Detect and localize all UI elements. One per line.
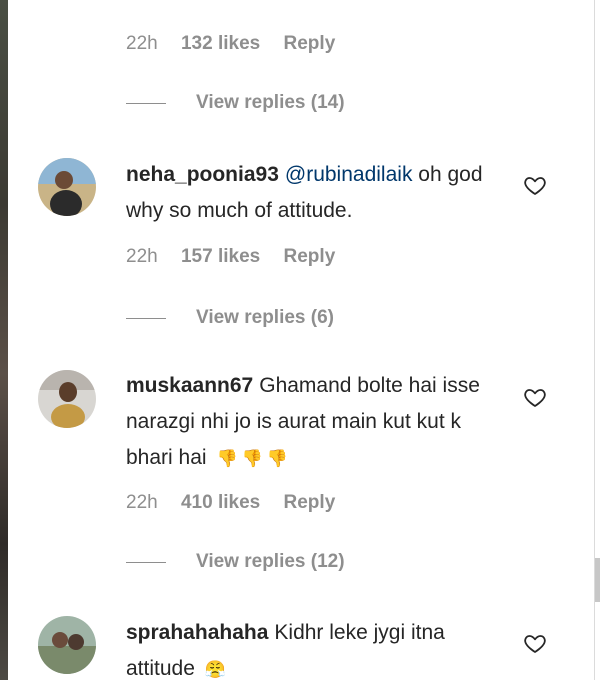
heart-outline-icon[interactable] — [523, 631, 547, 655]
comment-username[interactable]: sprahahahaha — [126, 621, 268, 644]
heart-outline-icon[interactable] — [523, 385, 547, 409]
view-replies-button[interactable]: View replies (12) — [126, 551, 345, 573]
divider-line — [126, 102, 166, 104]
comment-likes[interactable]: 132 likes — [181, 33, 260, 55]
avatar-image — [38, 616, 96, 674]
avatar[interactable] — [38, 370, 96, 428]
comment-likes[interactable]: 410 likes — [181, 492, 260, 514]
reply-button[interactable]: Reply — [284, 33, 336, 55]
reply-button[interactable]: Reply — [284, 492, 336, 514]
reply-button[interactable]: Reply — [284, 246, 336, 268]
comment-meta: 22h 157 likes Reply — [126, 246, 353, 268]
comment-body: sprahahahaha Kidhr leke jygi itna attitud… — [126, 615, 496, 688]
scrollbar-thumb[interactable] — [595, 558, 600, 602]
thumbs-down-emoji: 👎👎👎 — [216, 449, 293, 468]
comment-body: muskaann67 Ghamand bolte hai isse narazgi… — [126, 368, 496, 477]
comment-time: 22h — [126, 492, 158, 513]
view-replies-label: View replies (14) — [196, 92, 345, 113]
comment-likes[interactable]: 157 likes — [181, 246, 260, 268]
avatar-image — [38, 370, 96, 428]
view-replies-button[interactable]: View replies (14) — [126, 92, 345, 114]
comment-meta: 22h 132 likes Reply — [126, 33, 353, 55]
view-replies-button[interactable]: View replies (6) — [126, 307, 334, 329]
background-photo-edge — [0, 0, 8, 680]
comment-time: 22h — [126, 246, 158, 267]
comment-body: neha_poonia93 @rubinadilaik oh god why so… — [126, 157, 496, 229]
view-replies-label: View replies (12) — [196, 551, 345, 572]
avatar[interactable] — [38, 158, 96, 216]
view-replies-label: View replies (6) — [196, 307, 334, 328]
comment-username[interactable]: muskaann67 — [126, 374, 253, 397]
avatar[interactable] — [38, 616, 96, 674]
angry-face-emoji: 😤 — [204, 660, 231, 679]
comment-username[interactable]: neha_poonia93 — [126, 163, 279, 186]
avatar-image — [38, 158, 96, 216]
heart-outline-icon[interactable] — [523, 173, 547, 197]
mention-link[interactable]: @rubinadilaik — [285, 163, 413, 186]
divider-line — [126, 317, 166, 319]
comment-meta: 22h 410 likes Reply — [126, 492, 353, 514]
divider-line — [126, 561, 166, 563]
comment-time: 22h — [126, 33, 158, 54]
